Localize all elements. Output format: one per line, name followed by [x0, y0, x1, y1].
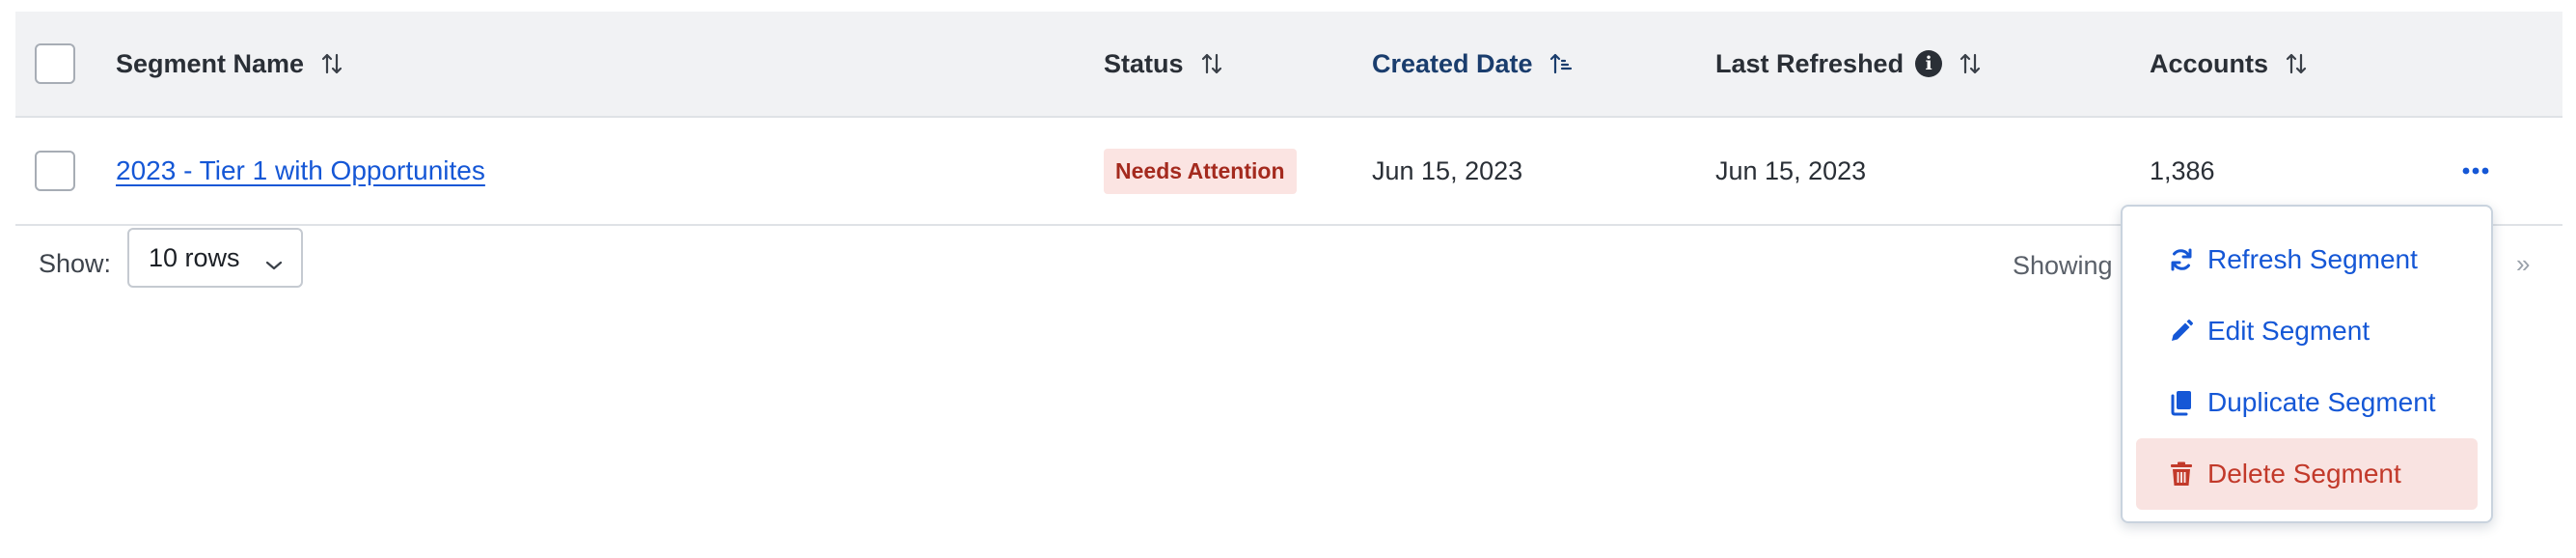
rows-per-page-value: 10 rows	[149, 242, 240, 272]
show-label: Show:	[39, 249, 112, 278]
header-created-date-label: Created Date	[1372, 48, 1533, 78]
segments-table: Segment Name Status Created Date Last Re…	[15, 12, 2562, 226]
menu-item-duplicate-segment[interactable]: Duplicate Segment	[2136, 367, 2478, 438]
row-select-cell	[35, 118, 75, 224]
cell-last-refreshed: Jun 15, 2023	[1715, 118, 1866, 224]
header-accounts[interactable]: Accounts	[2150, 12, 2309, 116]
last-refreshed-value: Jun 15, 2023	[1715, 155, 1867, 185]
showing-text: Showing	[2013, 251, 2113, 280]
created-date-value: Jun 15, 2023	[1372, 155, 1523, 185]
header-created-date[interactable]: Created Date	[1372, 12, 1574, 116]
header-accounts-label: Accounts	[2150, 48, 2269, 78]
accounts-value: 1,386	[2150, 155, 2215, 185]
menu-item-label: Duplicate Segment	[2207, 387, 2436, 417]
header-segment-name-label: Segment Name	[116, 48, 305, 78]
sort-icon[interactable]	[1199, 51, 1224, 76]
info-icon[interactable]: i	[1915, 50, 1943, 77]
sort-icon[interactable]	[2284, 51, 2309, 76]
cell-status: Needs Attention	[1104, 118, 1297, 224]
select-all-cell	[35, 12, 75, 116]
sort-ascending-icon[interactable]	[1548, 51, 1574, 76]
row-checkbox[interactable]	[35, 151, 75, 191]
last-page-button[interactable]: »	[2516, 249, 2530, 279]
segment-name-link[interactable]: 2023 - Tier 1 with Opportunites	[116, 155, 485, 186]
header-last-refreshed[interactable]: Last Refreshed i	[1715, 12, 1983, 116]
menu-item-refresh-segment[interactable]: Refresh Segment	[2136, 224, 2478, 295]
menu-item-label: Delete Segment	[2207, 459, 2401, 488]
segments-page: Segment Name Status Created Date Last Re…	[0, 0, 2576, 558]
row-actions-button[interactable]	[2447, 152, 2505, 190]
menu-item-delete-segment[interactable]: Delete Segment	[2136, 438, 2478, 510]
row-actions-menu: Refresh Segment Edit Segment Duplicate S…	[2121, 205, 2493, 523]
sort-icon[interactable]	[1958, 51, 1983, 76]
refresh-icon	[2167, 245, 2196, 274]
header-status[interactable]: Status	[1104, 12, 1224, 116]
more-horizontal-icon	[2462, 167, 2489, 175]
sort-icon[interactable]	[319, 51, 344, 76]
menu-item-edit-segment[interactable]: Edit Segment	[2136, 295, 2478, 367]
menu-item-label: Refresh Segment	[2207, 244, 2418, 274]
rows-per-page-select[interactable]: 10 rows	[127, 228, 303, 288]
copy-icon	[2167, 388, 2196, 417]
chevron-down-icon	[264, 249, 284, 279]
pencil-icon	[2167, 317, 2196, 346]
select-all-checkbox[interactable]	[35, 43, 75, 84]
cell-created-date: Jun 15, 2023	[1372, 118, 1522, 224]
table-header: Segment Name Status Created Date Last Re…	[15, 12, 2562, 118]
header-last-refreshed-label: Last Refreshed	[1715, 48, 1905, 78]
cell-segment-name: 2023 - Tier 1 with Opportunites	[116, 118, 485, 224]
header-status-label: Status	[1104, 48, 1184, 78]
trash-icon	[2167, 460, 2196, 488]
status-badge: Needs Attention	[1104, 148, 1297, 194]
menu-item-label: Edit Segment	[2207, 316, 2370, 346]
header-segment-name[interactable]: Segment Name	[116, 12, 344, 116]
